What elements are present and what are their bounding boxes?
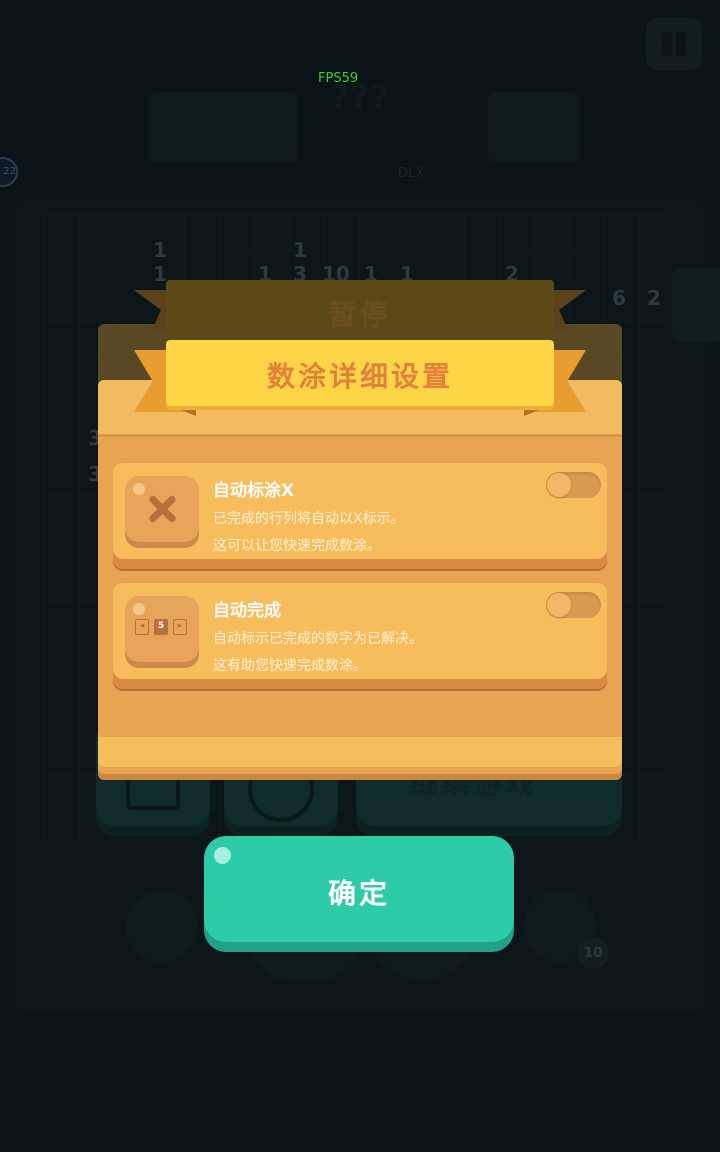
option-desc-line: 这有助您快速完成数涂。 xyxy=(213,658,367,674)
column-clue: 6 xyxy=(612,286,626,310)
option-desc-line: 这可以让您快速完成数涂。 xyxy=(213,538,381,554)
column-clue: 1 xyxy=(293,238,307,262)
toggle-knob xyxy=(547,473,571,497)
confirm-button-label: 确定 xyxy=(327,877,390,910)
dialog-footer-strip xyxy=(98,737,622,767)
settings-title-ribbon: 数涂详细设置 xyxy=(166,340,554,406)
number-cell-center: 5 xyxy=(154,619,168,635)
number-cell-right: ▸ xyxy=(173,619,187,635)
pause-title: 暂停 xyxy=(327,298,392,331)
confirm-button[interactable]: 确定 xyxy=(204,836,514,942)
puzzle-title: ??? xyxy=(330,78,390,118)
column-clue: 2 xyxy=(647,286,661,310)
grid-icon xyxy=(126,768,180,810)
tool-button-left[interactable] xyxy=(126,890,198,962)
auto-mark-x-toggle[interactable] xyxy=(546,472,601,498)
x-mark-icon xyxy=(147,494,177,524)
settings-dialog xyxy=(98,380,622,774)
option-title: 自动完成 xyxy=(213,601,281,621)
number-cell-left: ◂ xyxy=(135,619,149,635)
option-title: 自动标涂X xyxy=(213,481,295,501)
shine-dot xyxy=(133,483,145,495)
side-tab-button[interactable] xyxy=(672,268,720,342)
option-icon-tile xyxy=(125,476,199,542)
level-label: DLX xyxy=(398,166,425,181)
puzzle-preview-right xyxy=(488,92,580,162)
column-clue: 1 xyxy=(153,262,167,286)
coin-badge: 22 xyxy=(0,157,18,187)
option-icon-tile: ◂ 5 ▸ xyxy=(125,596,199,662)
column-clue: 1 xyxy=(153,238,167,262)
toggle-knob xyxy=(547,593,571,617)
number-cells-icon: ◂ 5 ▸ xyxy=(135,619,189,637)
option-description: 已完成的行列将自动以X标示。 这可以让您快速完成数涂。 xyxy=(213,506,405,560)
auto-complete-toggle[interactable] xyxy=(546,592,601,618)
option-desc-line: 已完成的行列将自动以X标示。 xyxy=(213,511,405,527)
shine-dot xyxy=(214,847,231,864)
pause-icon[interactable] xyxy=(646,18,702,70)
hint-count-badge: 10 xyxy=(577,937,609,969)
puzzle-preview-left xyxy=(148,92,298,162)
option-auto-complete: ◂ 5 ▸ 自动完成 自动标示已完成的数字为已解决。 这有助您快速完成数涂。 xyxy=(113,583,607,697)
settings-title: 数涂详细设置 xyxy=(266,360,453,393)
option-desc-line: 自动标示已完成的数字为已解决。 xyxy=(213,631,423,647)
option-description: 自动标示已完成的数字为已解决。 这有助您快速完成数涂。 xyxy=(213,626,423,680)
shine-dot xyxy=(133,603,145,615)
option-auto-mark-x: 自动标涂X 已完成的行列将自动以X标示。 这可以让您快速完成数涂。 xyxy=(113,463,607,577)
